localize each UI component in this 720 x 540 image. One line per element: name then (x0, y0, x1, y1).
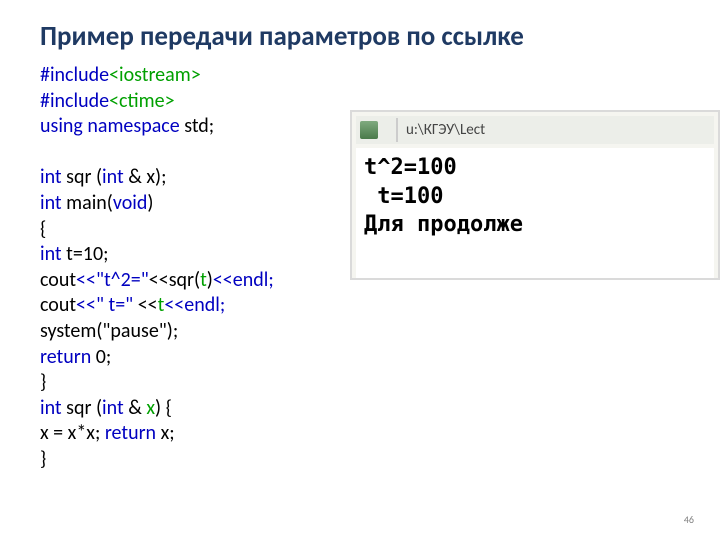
code-text: return (105, 421, 156, 445)
code-text: int (40, 396, 62, 420)
code-text: } (40, 370, 46, 394)
code-text: x = x*x; (40, 421, 105, 445)
code-text: int (40, 242, 62, 266)
console-line: Для продолже (364, 212, 523, 237)
code-text: int (102, 396, 124, 420)
code-text: <<"t^2=" (76, 268, 149, 292)
slide-title: Пример передачи параметров по ссылке (40, 20, 680, 53)
code-text: <iostream> (109, 63, 201, 87)
code-text: main( (62, 191, 113, 215)
code-text: system("pause"); (40, 319, 178, 343)
code-text: } (40, 447, 46, 471)
console-screenshot: u:\КГЭУ\Lect t^2=100 t=100 Для продолже (350, 110, 720, 280)
code-text: << (138, 293, 158, 317)
code-text: { (40, 217, 46, 241)
code-text: t=10; (62, 242, 109, 266)
code-text: sqr ( (62, 396, 102, 420)
code-text: std; (184, 114, 214, 138)
console-line: t=100 (364, 184, 443, 209)
code-text: cout (40, 268, 76, 292)
divider (396, 118, 398, 142)
code-text: x; (156, 421, 175, 445)
code-text: using namespace (40, 114, 184, 138)
code-text: cout (40, 293, 76, 317)
app-icon (360, 121, 378, 139)
code-text: int (102, 165, 124, 189)
code-text: & x); (124, 165, 167, 189)
code-text: int (40, 191, 62, 215)
code-text: <<endl; (213, 268, 274, 292)
console-output: t^2=100 t=100 Для продолже (356, 148, 714, 280)
console-title: u:\КГЭУ\Lect (406, 121, 485, 139)
code-text: ) { (155, 396, 172, 420)
code-text: #include (40, 89, 109, 113)
code-text: & (124, 396, 147, 420)
code-text: t (200, 268, 207, 292)
console-line: t^2=100 (364, 155, 457, 180)
console-titlebar: u:\КГЭУ\Lect (356, 116, 714, 144)
code-text: x (146, 396, 155, 420)
code-text: int (40, 165, 62, 189)
code-text: #include (40, 63, 109, 87)
code-text: ) (147, 191, 153, 215)
code-text: return (40, 345, 91, 369)
code-text: sqr ( (62, 165, 102, 189)
code-text: 0; (91, 345, 111, 369)
code-text: <<endl; (164, 293, 225, 317)
page-number: 46 (684, 513, 694, 526)
code-text: <<" t=" (76, 293, 138, 317)
code-text: void (113, 191, 148, 215)
code-text: <<sqr( (149, 268, 200, 292)
code-text: <ctime> (109, 89, 174, 113)
